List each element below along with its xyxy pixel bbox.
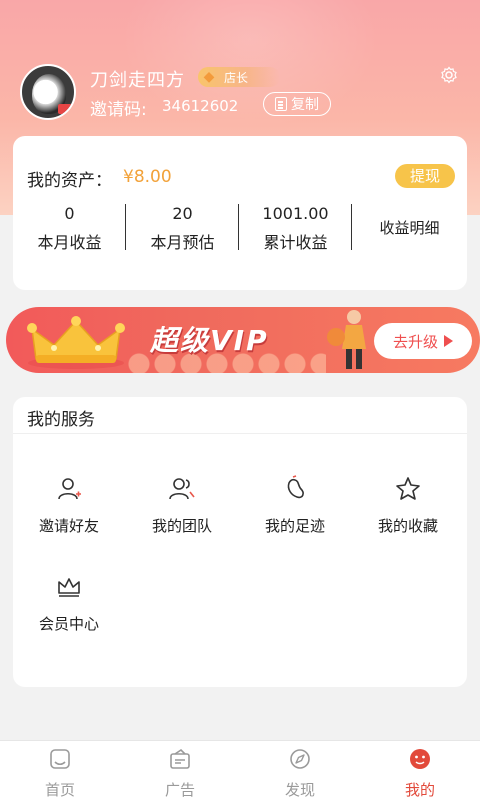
service-label: 会员中心 [38,615,99,633]
services-card: 我的服务 邀请好友 我的团队 我的足迹 我的收藏 会员中心 [13,397,467,687]
footprint-icon [287,475,304,499]
vip-banner[interactable]: 超级VIP 去升级 [6,307,480,373]
stat-monthly-earnings[interactable]: 0 本月收益 [13,202,126,252]
service-label: 我的团队 [151,517,212,535]
earnings-detail-link[interactable]: 收益明细 [352,202,467,252]
stat-value: 1001.00 [262,204,329,223]
copy-icon [275,97,287,111]
home-icon [50,749,70,769]
earnings-stats: 0 本月收益 20 本月预估 1001.00 累计收益 收益明细 [13,202,467,252]
service-invite-friends[interactable]: 邀请好友 [13,475,125,536]
tab-label: 发现 [284,781,315,799]
stat-value: 20 [172,204,193,223]
vip-mascot-icon [327,310,366,369]
bottom-tab-bar: 首页 广告 发现 我的 [0,740,480,800]
stat-total-earnings[interactable]: 1001.00 累计收益 [239,202,352,252]
crown-icon [27,316,125,369]
tab-label: 广告 [164,781,195,799]
assets-label: 我的资产： [27,171,112,191]
assets-card: 我的资产： ¥8.00 提现 0 本月收益 20 本月预估 1001.00 累计… [13,136,467,290]
tab-profile[interactable]: 我的 [360,741,480,800]
stat-label: 本月收益 [37,233,102,252]
diamond-icon: ◆ [203,69,215,85]
service-my-team[interactable]: 我的团队 [126,475,238,536]
stat-label: 本月预估 [150,233,215,252]
star-icon [396,477,420,500]
invite-code-label: 邀请码: [90,100,147,120]
avatar-badge [58,104,72,114]
team-icon [169,478,195,500]
withdraw-button[interactable]: 提现 [395,164,455,188]
rank-badge: ◆ 店长 [198,67,280,87]
divider [13,433,467,434]
avatar[interactable] [20,64,76,120]
tab-home[interactable]: 首页 [0,741,120,800]
upgrade-label: 去升级 [392,332,438,351]
upgrade-button[interactable]: 去升级 [374,323,472,359]
vip-title: 超级VIP [150,324,269,357]
service-label: 我的足迹 [264,517,325,535]
profile-icon [410,749,430,769]
service-favorites[interactable]: 我的收藏 [352,475,464,536]
tab-label: 我的 [404,781,435,799]
crown-icon [58,578,80,597]
ad-icon [170,748,190,769]
copy-label: 复制 [291,97,319,113]
stat-label: 累计收益 [263,233,328,252]
username: 刀剑走四方 [90,70,185,91]
stat-monthly-estimate[interactable]: 20 本月预估 [126,202,239,252]
tab-discover[interactable]: 发现 [240,741,360,800]
tab-ads[interactable]: 广告 [120,741,240,800]
service-footprint[interactable]: 我的足迹 [239,475,351,536]
rank-label: 店长 [224,70,249,85]
service-label: 我的收藏 [377,517,438,535]
settings-icon[interactable] [440,66,458,84]
stat-value: 0 [64,204,75,223]
compass-icon [290,749,310,769]
assets-value: ¥8.00 [123,167,172,187]
copy-button[interactable]: 复制 [263,92,331,116]
header-decoration [120,0,380,130]
service-member-center[interactable]: 会员中心 [13,573,125,634]
invite-code-value: 34612602 [162,97,239,115]
tab-label: 首页 [44,781,75,799]
service-label: 邀请好友 [38,517,99,535]
invite-friend-icon [58,478,81,500]
play-arrow-icon [444,335,453,347]
services-title: 我的服务 [27,410,95,430]
